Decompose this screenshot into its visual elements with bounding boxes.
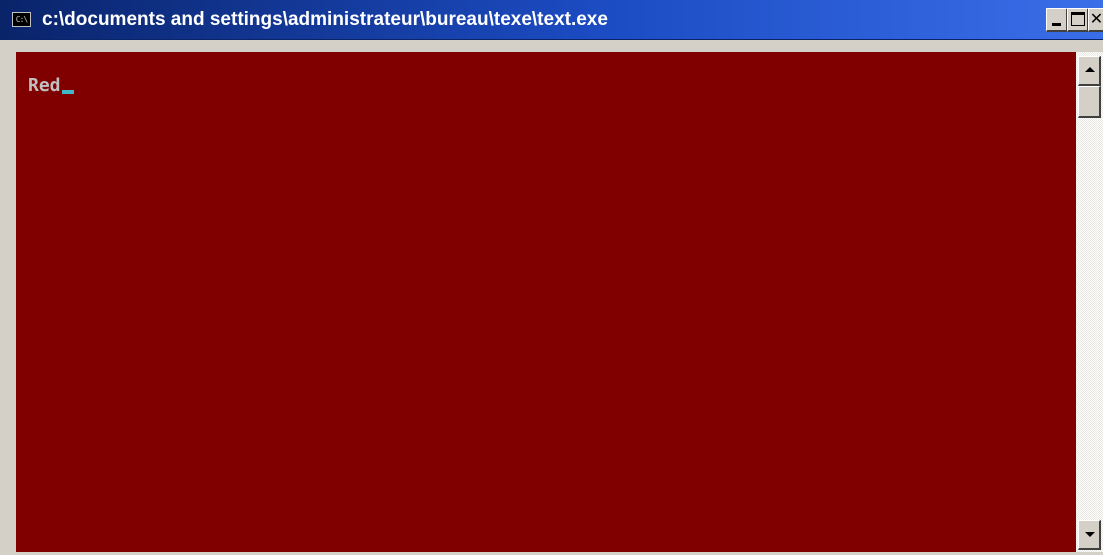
window-title: c:\documents and settings\administrateur… [42, 9, 608, 30]
scroll-down-button[interactable] [1078, 520, 1101, 550]
window-frame [0, 40, 16, 555]
console-text: Red [28, 75, 61, 96]
arrow-up-icon [1085, 67, 1095, 72]
maximize-button[interactable] [1067, 8, 1089, 32]
minimize-icon [1052, 23, 1061, 26]
close-button[interactable]: ✕ [1088, 8, 1103, 32]
console-app-icon[interactable]: C:\ [12, 12, 31, 27]
maximize-icon [1071, 12, 1085, 26]
minimize-button[interactable] [1046, 8, 1068, 32]
arrow-down-icon [1085, 532, 1095, 537]
title-bar[interactable]: C:\ c:\documents and settings\administra… [0, 0, 1103, 40]
vertical-scrollbar[interactable] [1076, 52, 1103, 552]
scroll-up-button[interactable] [1078, 56, 1101, 86]
scroll-thumb[interactable] [1078, 86, 1101, 118]
console-window: C:\ c:\documents and settings\administra… [0, 0, 1103, 555]
text-cursor [61, 90, 74, 94]
console-line: Red [28, 74, 74, 98]
console-output[interactable]: Red [16, 52, 1076, 552]
close-icon: ✕ [1089, 9, 1103, 28]
